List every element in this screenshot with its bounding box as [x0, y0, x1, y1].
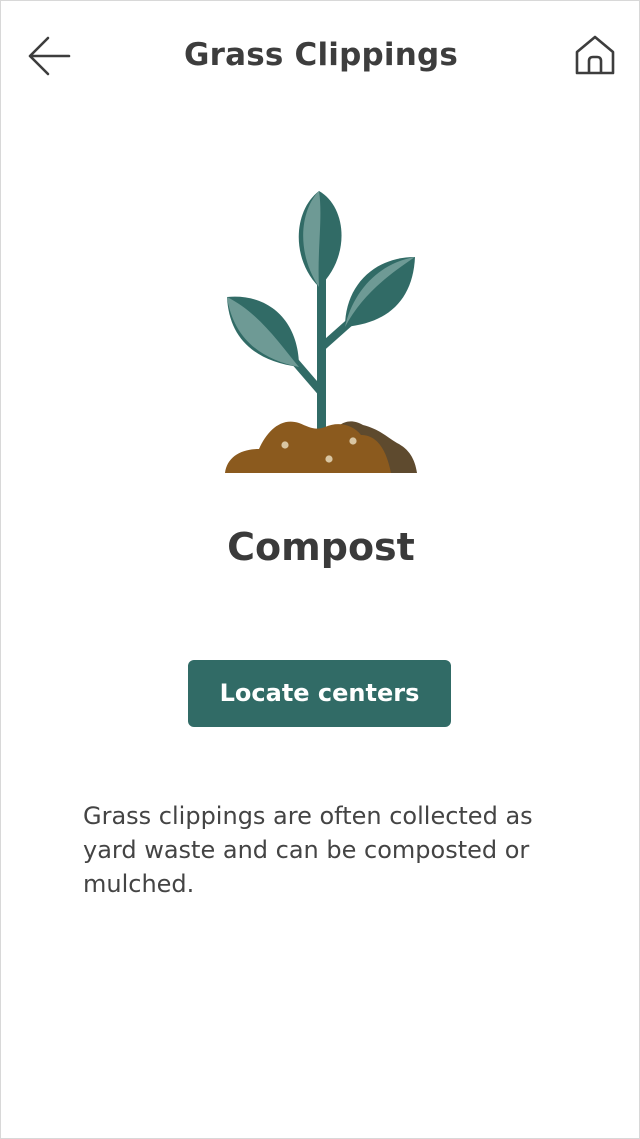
app-screen: Grass Clippings Compost Locate centers G…	[0, 0, 640, 1139]
disposal-category-label: Compost	[227, 525, 415, 569]
locate-centers-button[interactable]: Locate centers	[188, 660, 451, 727]
item-description: Grass clippings are often collected as y…	[83, 802, 533, 898]
back-button[interactable]	[21, 29, 77, 85]
arrow-left-icon	[28, 36, 71, 76]
home-button[interactable]	[567, 29, 623, 85]
page-title: Grass Clippings	[183, 37, 459, 73]
top-bar: Grass Clippings	[1, 1, 639, 113]
home-icon	[575, 35, 615, 75]
plant-sprout-icon	[219, 187, 423, 477]
